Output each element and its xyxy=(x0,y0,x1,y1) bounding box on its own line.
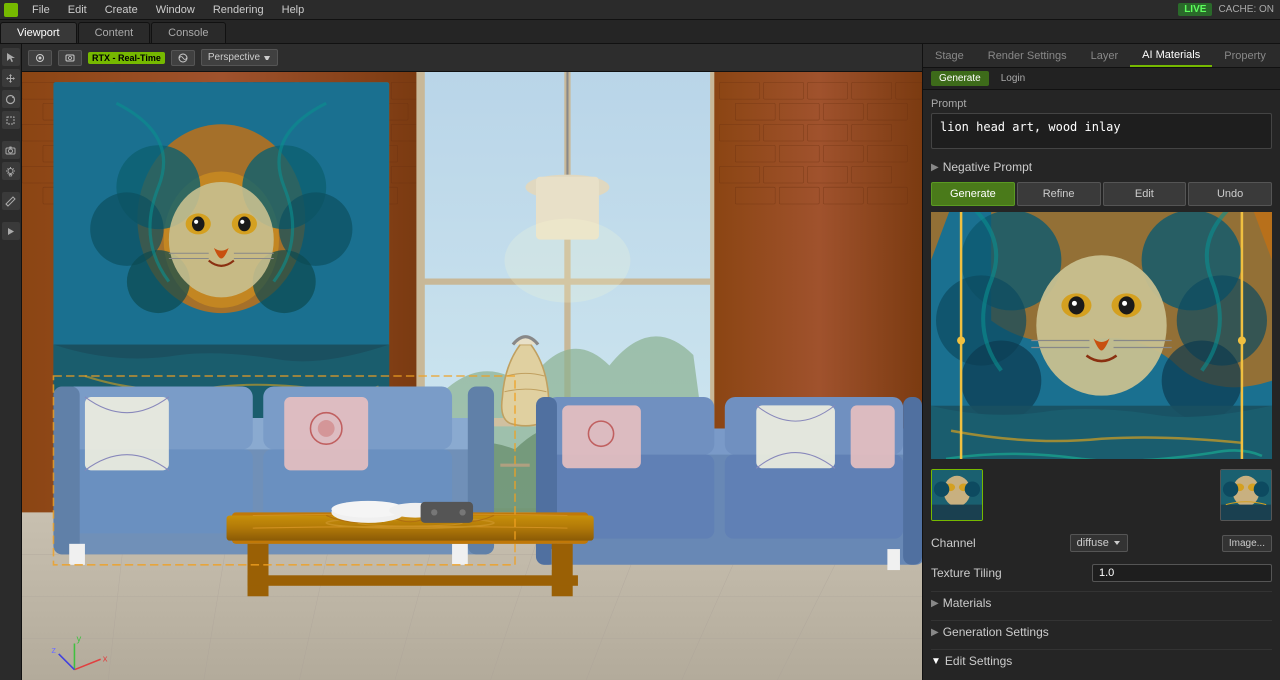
tab-console[interactable]: Console xyxy=(151,22,225,43)
thumb-2[interactable] xyxy=(1220,469,1272,521)
panel-tabs: Stage Render Settings Layer AI Materials… xyxy=(923,44,1280,68)
menu-bar: File Edit Create Window Rendering Help L… xyxy=(0,0,1280,20)
tool-measure[interactable] xyxy=(2,192,20,210)
viewport-container: RTX - Real-Time Perspective xyxy=(22,44,922,680)
tab-viewport[interactable]: Viewport xyxy=(0,22,77,43)
tool-rotate[interactable] xyxy=(2,90,20,108)
texture-tiling-row: Texture Tiling xyxy=(931,561,1272,585)
panel-content: Prompt lion head art, wood inlay ▶ Negat… xyxy=(923,90,1280,680)
materials-label: Materials xyxy=(943,596,992,610)
tool-light[interactable] xyxy=(2,162,20,180)
menu-create[interactable]: Create xyxy=(97,3,146,17)
subtab-generate[interactable]: Generate xyxy=(931,71,989,86)
action-buttons: Generate Refine Edit Undo xyxy=(931,182,1272,206)
tab-content[interactable]: Content xyxy=(78,22,151,43)
scene-svg: x y z xyxy=(22,72,922,680)
tab-layer[interactable]: Layer xyxy=(1079,46,1131,66)
display-mode-btn[interactable] xyxy=(171,50,195,66)
tool-move[interactable] xyxy=(2,69,20,87)
left-toolbar xyxy=(0,44,22,680)
svg-text:z: z xyxy=(51,645,56,656)
cache-label: CACHE: ON xyxy=(1218,4,1274,15)
materials-arrow-icon: ▶ xyxy=(931,598,939,609)
preview-svg xyxy=(931,212,1272,459)
top-right-bar: LIVE CACHE: ON xyxy=(1178,0,1280,19)
prompt-label: Prompt xyxy=(931,98,1272,110)
generate-button[interactable]: Generate xyxy=(931,182,1015,206)
image-button[interactable]: Image... xyxy=(1222,535,1272,552)
viewport-toolbar: RTX - Real-Time Perspective xyxy=(22,44,922,72)
menu-rendering[interactable]: Rendering xyxy=(205,3,272,17)
texture-tiling-label: Texture Tiling xyxy=(931,566,1002,580)
tool-camera[interactable] xyxy=(2,141,20,159)
refine-button[interactable]: Refine xyxy=(1017,182,1101,206)
app-logo-icon xyxy=(4,3,18,17)
channel-label: Channel xyxy=(931,536,976,550)
negative-prompt-toggle[interactable]: ▶ Negative Prompt xyxy=(931,158,1272,176)
viewport-camera-list-btn[interactable] xyxy=(58,50,82,66)
tool-play[interactable] xyxy=(2,222,20,240)
negative-prompt-arrow-icon: ▶ xyxy=(931,162,939,173)
edit-settings-label: Edit Settings xyxy=(945,654,1012,668)
tab-property[interactable]: Property xyxy=(1212,46,1278,66)
channel-row: Channel diffuse Image... xyxy=(931,531,1272,555)
texture-tiling-input[interactable] xyxy=(1092,564,1272,582)
thumbnail-strip xyxy=(931,465,1272,525)
main-layout: RTX - Real-Time Perspective xyxy=(0,44,1280,680)
prompt-section: Prompt lion head art, wood inlay xyxy=(931,98,1272,152)
menu-edit[interactable]: Edit xyxy=(60,3,95,17)
svg-text:x: x xyxy=(103,653,108,664)
undo-button[interactable]: Undo xyxy=(1188,182,1272,206)
generation-settings-section[interactable]: ▶ Generation Settings xyxy=(931,620,1272,643)
tab-render-settings[interactable]: Render Settings xyxy=(976,46,1079,66)
rtx-badge: RTX - Real-Time xyxy=(88,52,165,64)
panel-sub-tabs: Generate Login xyxy=(923,68,1280,90)
svg-text:y: y xyxy=(77,633,82,644)
perspective-btn[interactable]: Perspective xyxy=(201,49,278,66)
tab-ai-materials[interactable]: AI Materials xyxy=(1130,45,1212,67)
tool-scale[interactable] xyxy=(2,111,20,129)
thumb-1[interactable] xyxy=(931,469,983,521)
channel-select[interactable]: diffuse xyxy=(1070,534,1128,552)
perspective-label: Perspective xyxy=(208,52,260,63)
channel-dropdown-icon xyxy=(1113,539,1121,547)
live-badge: LIVE xyxy=(1178,3,1212,16)
materials-section[interactable]: ▶ Materials xyxy=(931,591,1272,614)
subtab-login[interactable]: Login xyxy=(993,71,1033,86)
right-panel: Stage Render Settings Layer AI Materials… xyxy=(922,44,1280,680)
menu-window[interactable]: Window xyxy=(148,3,203,17)
menu-file[interactable]: File xyxy=(24,3,58,17)
edit-settings-section[interactable]: ▼ Edit Settings xyxy=(931,649,1272,672)
generation-settings-arrow-icon: ▶ xyxy=(931,627,939,638)
material-preview xyxy=(931,212,1272,459)
tool-select[interactable] xyxy=(2,48,20,66)
viewport-settings-btn[interactable] xyxy=(28,50,52,66)
prompt-input[interactable]: lion head art, wood inlay xyxy=(931,113,1272,149)
tab-bar: Viewport Content Console xyxy=(0,20,1280,44)
negative-prompt-label: Negative Prompt xyxy=(943,160,1032,174)
generation-settings-label: Generation Settings xyxy=(943,625,1049,639)
menu-help[interactable]: Help xyxy=(274,3,313,17)
edit-button[interactable]: Edit xyxy=(1103,182,1187,206)
viewport[interactable]: x y z xyxy=(22,72,922,680)
channel-value: diffuse xyxy=(1077,537,1109,549)
tab-stage[interactable]: Stage xyxy=(923,46,976,66)
edit-settings-arrow-icon: ▼ xyxy=(931,656,941,667)
